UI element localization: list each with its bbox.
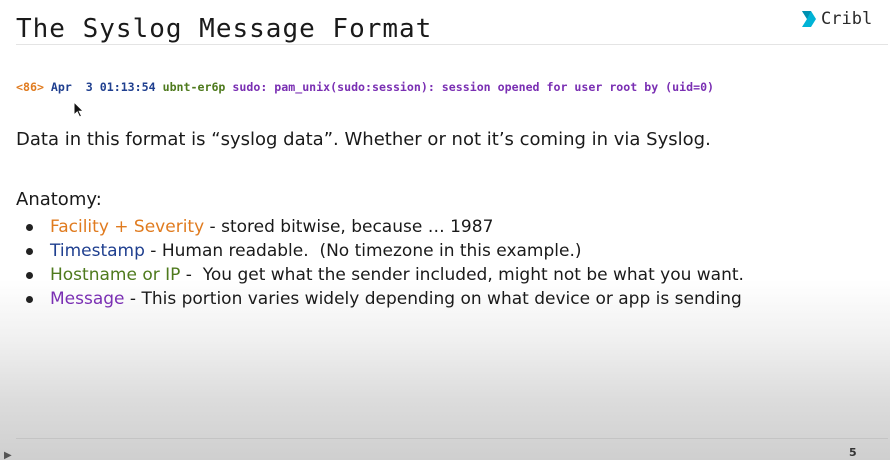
bullet-icon [26,223,33,231]
anatomy-item-hostname: Hostname or IP - You get what the sender… [26,263,744,287]
anatomy-description: - stored bitwise, because … 1987 [204,217,494,237]
cribl-logo: Cribl [800,9,872,29]
anatomy-description: - Human readable. (No timezone in this e… [144,241,582,261]
anatomy-term: Hostname or IP [50,265,181,285]
play-arrow-icon[interactable]: ▶ [4,450,12,461]
footer-divider [16,438,888,439]
bullet-icon [26,295,33,303]
title-divider [16,44,888,45]
bullet-icon [26,247,33,255]
intro-text: Data in this format is “syslog data”. Wh… [16,129,711,150]
mouse-pointer-icon [73,100,85,122]
anatomy-description: - This portion varies widely depending o… [124,289,742,309]
anatomy-term: Facility + Severity [50,217,205,237]
anatomy-description: - You get what the sender included, migh… [180,265,744,285]
syslog-message: sudo: pam_unix(sudo:session): session op… [232,80,715,94]
cribl-icon [800,10,818,28]
anatomy-item-timestamp: Timestamp - Human readable. (No timezone… [26,239,744,263]
bullet-icon [26,271,33,279]
anatomy-term: Message [50,289,125,309]
anatomy-heading: Anatomy: [16,189,102,210]
page-number: 5 [849,446,857,459]
slide-title: The Syslog Message Format [16,14,433,44]
syslog-timestamp: Apr 3 01:13:54 [50,80,156,94]
cribl-logo-text: Cribl [821,9,873,29]
syslog-example-line: <86> Apr 3 01:13:54 ubnt-er6p sudo: pam_… [16,80,714,94]
anatomy-item-message: Message - This portion varies widely dep… [26,287,744,311]
syslog-hostname: ubnt-er6p [162,80,226,94]
anatomy-item-facility: Facility + Severity - stored bitwise, be… [26,215,744,239]
syslog-pri: <86> [16,80,44,94]
anatomy-list: Facility + Severity - stored bitwise, be… [26,215,744,311]
anatomy-term: Timestamp [50,241,145,261]
